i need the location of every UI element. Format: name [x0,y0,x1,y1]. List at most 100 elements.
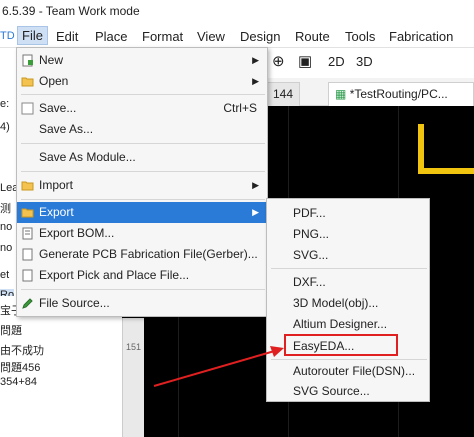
menu-item-label: Open [39,74,69,88]
chevron-right-icon: ▶ [252,55,259,65]
left-fragment: no [0,221,13,233]
menu-separator [21,289,265,290]
left-panel-list: 宝子 問題 由不成功 問題456 354+84 [0,296,122,437]
left-list-item[interactable]: 問題456 [0,359,40,375]
gerber-icon [22,248,33,261]
menu-item-label: SVG Source... [293,384,370,398]
menu-separator [21,94,265,95]
view-3d-button[interactable]: 3D [356,54,373,69]
menu-format[interactable]: Format [142,29,183,44]
ruler-label: 151 [126,342,142,352]
menu-separator [21,199,265,200]
zoom-icon[interactable]: ⊕ [272,52,285,70]
left-list-item[interactable]: 問題 [0,322,22,338]
menu-item-new[interactable]: New ▶ [17,50,267,71]
menu-fabrication[interactable]: Fabrication [389,29,453,44]
menu-item-export-pick-place[interactable]: Export Pick and Place File... [17,265,267,286]
export-autorouter-dsn[interactable]: Autorouter File(DSN)... [267,361,429,382]
annotation-highlight-box [284,334,398,356]
menubar-partial-label: TD [0,30,15,42]
menu-item-label: 3D Model(obj)... [293,296,379,310]
export-pdf[interactable]: PDF... [267,203,429,224]
pcb-icon: ▦ [335,87,347,101]
left-fragment: no [0,242,13,254]
view-2d-button[interactable]: 2D [328,54,345,69]
export-icon [21,208,34,218]
left-fragment: et [0,269,10,281]
export-altium[interactable]: Altium Designer... [267,314,429,335]
file-menu: New ▶ Open ▶ Save... Ctrl+S Save As... S… [16,47,268,317]
menu-item-label: Save As Module... [39,150,136,164]
export-3d-model[interactable]: 3D Model(obj)... [267,293,429,314]
menu-item-label: SVG... [293,248,329,262]
menu-item-import[interactable]: Import ▶ [17,175,267,196]
import-icon [21,181,34,191]
menu-item-label: Import [39,178,74,192]
menu-item-label: PNG... [293,227,330,241]
menu-item-file-source[interactable]: File Source... [17,293,267,314]
export-submenu: PDF... PNG... SVG... DXF... 3D Model(obj… [266,198,430,402]
pick-place-icon [22,269,33,282]
toolbar: ⊕ ▣ 2D 3D [258,48,474,78]
menu-place[interactable]: Place [95,29,128,44]
menu-item-save-as[interactable]: Save As... [17,119,267,140]
board-outline [418,124,474,174]
menu-bar: TD File Edit Place Format View Design Ro… [0,24,474,48]
export-svg-source[interactable]: SVG Source... [267,381,429,402]
menu-separator [21,143,265,144]
export-png[interactable]: PNG... [267,224,429,245]
left-list-item[interactable]: 354+84 [0,376,37,388]
menu-item-export[interactable]: Export ▶ [17,202,267,223]
menu-file[interactable]: File [17,26,48,45]
menu-item-label: Export BOM... [39,226,115,240]
menu-item-label: Save As... [39,122,94,136]
tab-test-routing[interactable]: ▦ *TestRouting/PC... [328,82,474,106]
menu-item-open[interactable]: Open ▶ [17,71,267,92]
menu-separator [21,171,265,172]
menu-edit[interactable]: Edit [56,29,78,44]
title-bar: 6.5.39 - Team Work mode [0,0,474,24]
menu-item-export-bom[interactable]: Export BOM... [17,223,267,244]
tab-label: *TestRouting/PC... [349,87,448,101]
menu-item-label: File Source... [39,296,110,310]
chevron-right-icon: ▶ [252,180,259,190]
menu-item-label: Generate PCB Fabrication File(Gerber)... [39,247,258,261]
pencil-icon [22,298,33,309]
window-title: 6.5.39 - Team Work mode [2,4,140,18]
menu-item-label: Altium Designer... [293,317,388,331]
document-tabs: 144 ▦ *TestRouting/PC... [258,78,474,106]
menu-item-generate-gerber[interactable]: Generate PCB Fabrication File(Gerber)... [17,244,267,265]
fit-view-icon[interactable]: ▣ [298,52,312,70]
export-dxf[interactable]: DXF... [267,272,429,293]
new-file-icon [22,54,33,67]
menu-view[interactable]: View [197,29,225,44]
menu-item-label: Autorouter File(DSN)... [293,364,416,378]
folder-icon [21,77,34,87]
menu-item-label: DXF... [293,275,326,289]
tab-144[interactable]: 144 [266,82,301,106]
shortcut-label: Ctrl+S [223,101,257,115]
menu-item-label: New [39,53,64,67]
menu-item-label: Export [39,205,74,219]
menu-item-save-as-module[interactable]: Save As Module... [17,147,267,168]
export-svg[interactable]: SVG... [267,245,429,266]
menu-item-label: Save... [39,101,77,115]
chevron-right-icon: ▶ [252,76,259,86]
chevron-right-icon: ▶ [252,207,259,217]
menu-separator [271,359,427,360]
tab-label: 144 [273,87,294,101]
menu-separator [271,268,427,269]
left-fragment: 测 [0,203,11,215]
menu-item-label: Export Pick and Place File... [39,268,190,282]
menu-tools[interactable]: Tools [345,29,375,44]
left-fragment: e: [0,98,10,110]
menu-item-label: PDF... [293,206,326,220]
annotation-arrow-icon [153,346,284,387]
menu-item-save[interactable]: Save... Ctrl+S [17,98,267,119]
menu-route[interactable]: Route [295,29,330,44]
save-icon [21,102,34,115]
left-list-item[interactable]: 由不成功 [0,342,44,358]
menu-design[interactable]: Design [240,29,280,44]
vertical-ruler: 151 [122,318,144,437]
bom-icon [22,227,33,240]
